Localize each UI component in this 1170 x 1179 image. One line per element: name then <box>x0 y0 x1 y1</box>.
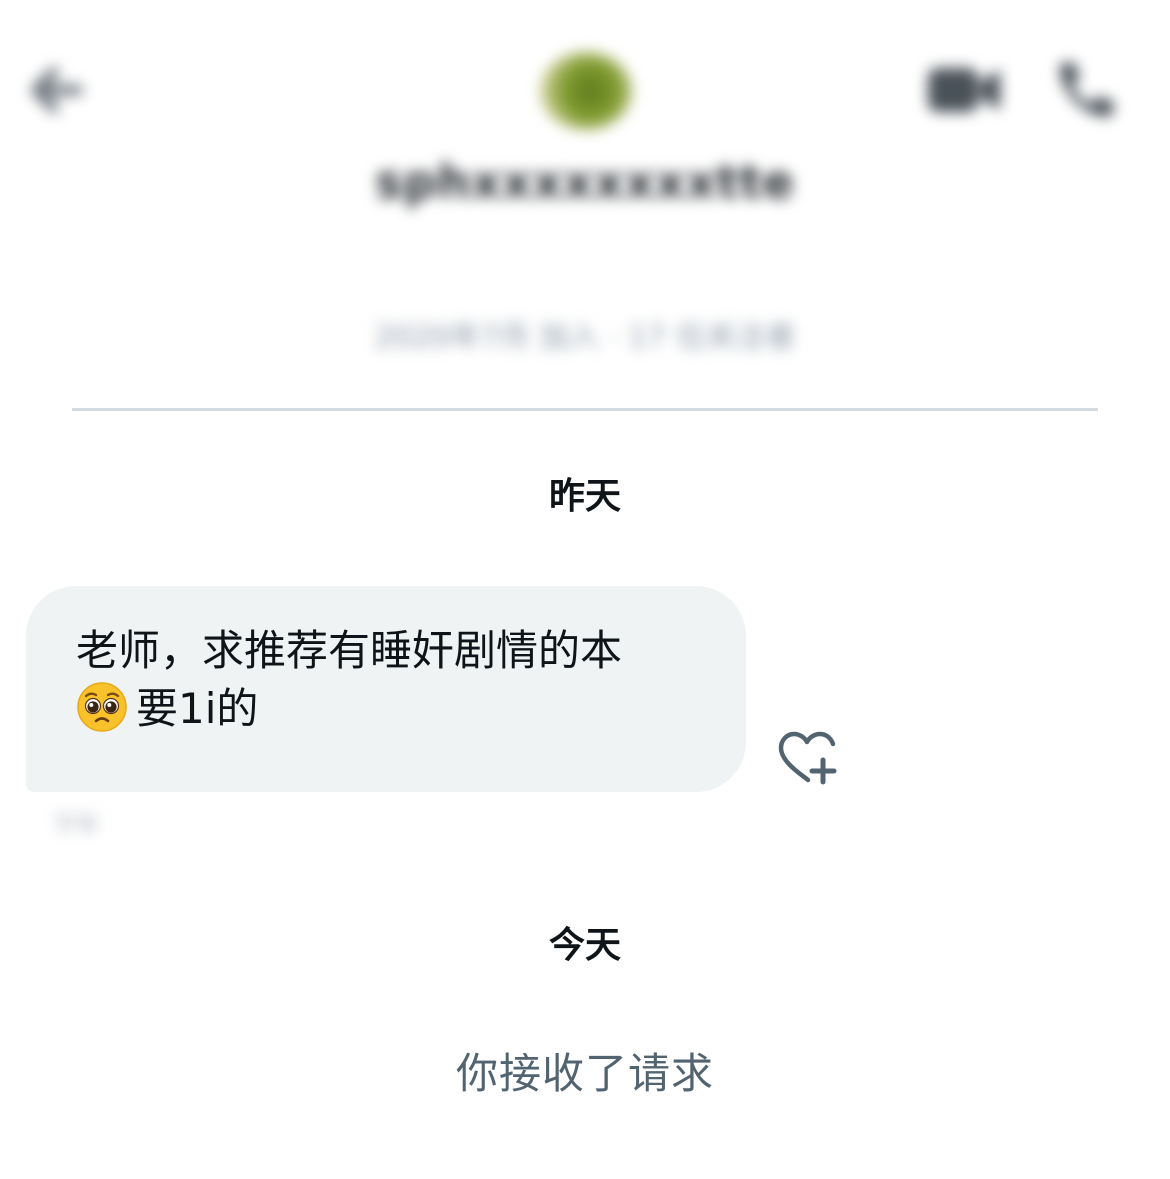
pleading-face-emoji-icon <box>77 682 127 732</box>
video-call-button[interactable] <box>920 58 1006 122</box>
phone-call-button[interactable] <box>1046 54 1122 130</box>
request-accepted-notice: 你接收了请求 <box>455 1049 714 1098</box>
contact-name: sphxxxxxxxxtte <box>375 155 795 209</box>
received-message-bubble[interactable]: 老师，求推荐有睡奸剧情的本 要1i的 <box>26 586 746 792</box>
add-reaction-button[interactable] <box>776 730 842 788</box>
date-separator-today: 今天 <box>548 925 621 966</box>
conversation-header: sphxxxxxxxxtte 2020年7月 加入 · 17 位关注者 <box>0 0 1170 410</box>
contact-avatar[interactable] <box>540 52 632 130</box>
heart-plus-icon <box>778 731 837 785</box>
message-line-2: 要1i的 <box>136 684 259 733</box>
message-line-1: 老师，求推荐有睡奸剧情的本 <box>76 626 623 675</box>
message-timestamp: 下午 <box>52 812 100 840</box>
message-text: 老师，求推荐有睡奸剧情的本 要1i的 <box>76 622 706 738</box>
contact-meta: 2020年7月 加入 · 17 位关注者 <box>374 320 796 355</box>
back-arrow-icon <box>31 67 83 113</box>
video-camera-icon <box>928 68 1000 112</box>
phone-icon <box>1059 62 1114 117</box>
back-button[interactable] <box>22 58 92 122</box>
date-separator-yesterday: 昨天 <box>548 476 621 517</box>
header-divider <box>72 408 1098 411</box>
